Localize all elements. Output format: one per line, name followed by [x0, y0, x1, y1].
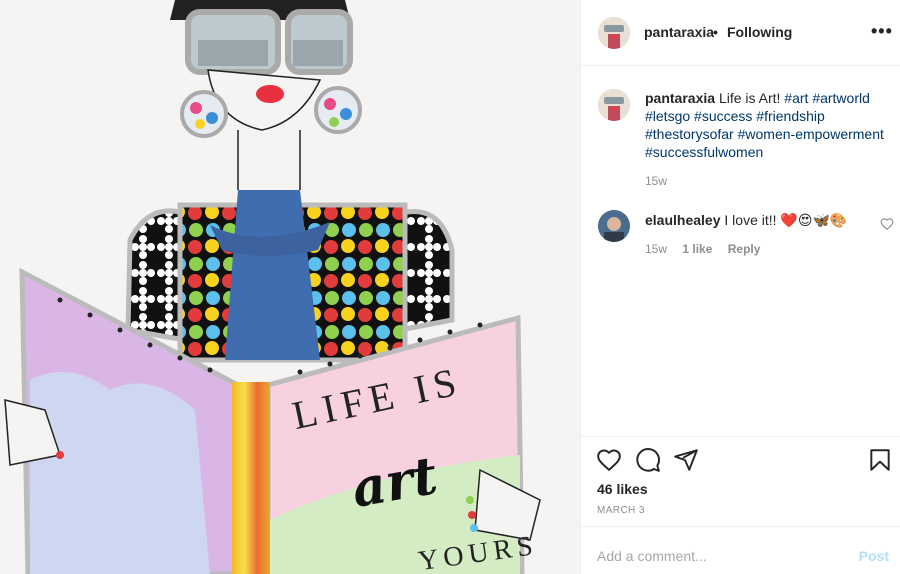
separator-dot: •: [713, 24, 718, 40]
comment-icon[interactable]: [635, 447, 661, 473]
comment-input[interactable]: Add a comment...: [597, 548, 707, 564]
hashtag[interactable]: #success: [694, 108, 752, 124]
heart-icon[interactable]: [596, 447, 622, 473]
caption-avatar[interactable]: [598, 89, 630, 121]
avatar-portrait-icon: [598, 17, 630, 49]
author-avatar[interactable]: [598, 17, 630, 49]
comment-timestamp[interactable]: 15w: [645, 242, 667, 256]
author-username[interactable]: pantaraxia: [644, 24, 714, 40]
post-header: pantaraxia • Following •••: [581, 0, 900, 66]
avatar-portrait-icon: [598, 89, 630, 121]
like-comment-heart-icon[interactable]: [880, 217, 894, 231]
comment-text: I love it!! ❤️😍🦋🎨: [724, 212, 848, 228]
bookmark-icon[interactable]: [867, 447, 893, 473]
avatar-photo-icon: [598, 210, 630, 242]
post-sidebar: pantaraxia • Following ••• pantaraxia Li…: [580, 0, 900, 574]
post-actions: 46 likes MARCH 3: [581, 436, 900, 526]
post-caption: pantaraxia Life is Art! #art #artworld #…: [645, 89, 890, 161]
post-date[interactable]: MARCH 3: [597, 505, 645, 516]
reply-button[interactable]: Reply: [728, 242, 761, 256]
hashtag[interactable]: #letsgo: [645, 108, 690, 124]
hashtag[interactable]: #thestorysofar: [645, 126, 734, 142]
add-comment-bar: Add a comment... Post: [581, 526, 900, 574]
follow-status-button[interactable]: Following: [727, 24, 792, 40]
hashtag[interactable]: #women-empowerment: [738, 126, 884, 142]
artwork-illustration: [4, 0, 541, 574]
post-image[interactable]: LIFE IS art YOURS: [0, 0, 580, 574]
hashtag[interactable]: #friendship: [756, 108, 825, 124]
comment-item: elaulhealey I love it!! ❤️😍🦋🎨: [645, 211, 865, 229]
share-icon[interactable]: [673, 447, 699, 473]
comment-meta: 15w 1 like Reply: [645, 242, 772, 256]
more-options-icon[interactable]: •••: [871, 17, 892, 45]
hashtag[interactable]: #artworld: [812, 90, 870, 106]
commenter-avatar[interactable]: [598, 210, 630, 242]
caption-timestamp[interactable]: 15w: [645, 174, 667, 188]
comment-likes[interactable]: 1 like: [682, 242, 712, 256]
post-button[interactable]: Post: [859, 548, 889, 564]
hashtag[interactable]: #successfulwomen: [645, 144, 763, 160]
caption-text: Life is Art!: [718, 90, 781, 106]
caption-username[interactable]: pantaraxia: [645, 90, 715, 106]
hashtag[interactable]: #art: [784, 90, 808, 106]
comment-username[interactable]: elaulhealey: [645, 212, 721, 228]
likes-count[interactable]: 46 likes: [597, 481, 648, 497]
